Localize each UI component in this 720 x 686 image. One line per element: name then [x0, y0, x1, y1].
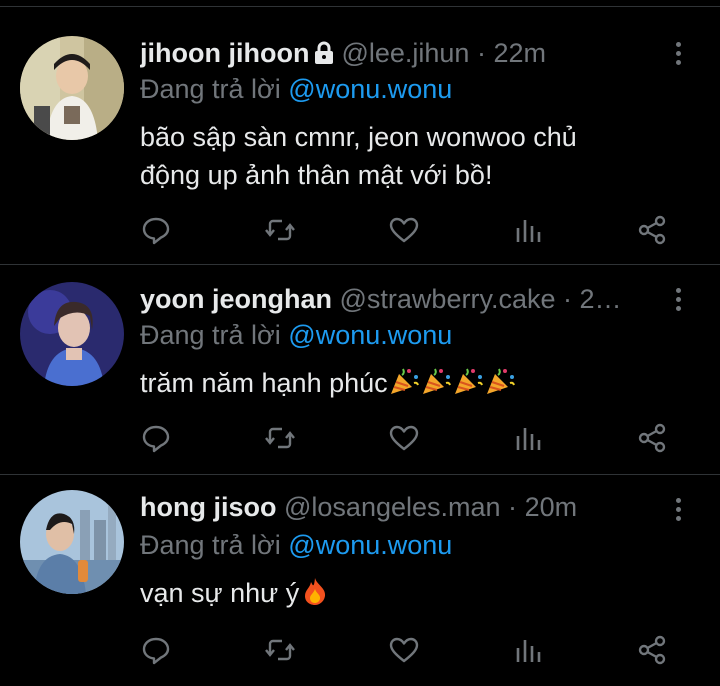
- share-icon[interactable]: [636, 634, 672, 670]
- share-icon[interactable]: [636, 214, 672, 250]
- avatar[interactable]: [20, 36, 124, 140]
- reply-prefix: Đang trả lời: [140, 320, 281, 350]
- tweet-text-line: động up ảnh thân mật với bồ!: [140, 160, 493, 190]
- separator: ·: [476, 38, 486, 68]
- display-name[interactable]: hong jisoo: [140, 492, 276, 522]
- share-icon[interactable]: [636, 422, 672, 458]
- tweet-header: jihoon jihoon @lee.jihun · 22m: [140, 36, 660, 73]
- analytics-icon[interactable]: [512, 214, 548, 250]
- tweet-divider: [0, 264, 720, 265]
- reply-mention[interactable]: @wonu.wonu: [288, 320, 452, 350]
- reply-prefix: Đang trả lời: [140, 74, 281, 104]
- tweet-text: trăm năm hạnh phúc: [140, 364, 680, 402]
- retweet-icon[interactable]: [264, 214, 300, 250]
- avatar[interactable]: [20, 282, 124, 386]
- party-popper-emoji: [420, 366, 452, 396]
- tweet-header: yoon jeonghan @strawberry.cake · 2…: [140, 282, 660, 316]
- action-bar: [140, 422, 680, 458]
- analytics-icon[interactable]: [512, 634, 548, 670]
- reply-context: Đang trả lời @wonu.wonu: [140, 528, 452, 562]
- tweet-text-line: trăm năm hạnh phúc: [140, 368, 388, 398]
- tweet-text-line: vạn sự như ý: [140, 578, 300, 608]
- separator: ·: [508, 492, 518, 522]
- like-icon[interactable]: [388, 214, 424, 250]
- more-options-icon[interactable]: [668, 282, 688, 316]
- more-options-icon[interactable]: [668, 36, 688, 70]
- handle[interactable]: @strawberry.cake: [340, 284, 556, 314]
- timestamp[interactable]: 2…: [580, 284, 622, 314]
- analytics-icon[interactable]: [512, 422, 548, 458]
- handle[interactable]: @losangeles.man: [284, 492, 501, 522]
- timestamp[interactable]: 22m: [493, 38, 546, 68]
- reply-icon[interactable]: [140, 214, 176, 250]
- handle[interactable]: @lee.jihun: [341, 38, 469, 68]
- like-icon[interactable]: [388, 634, 424, 670]
- timestamp[interactable]: 20m: [525, 492, 578, 522]
- reply-icon[interactable]: [140, 634, 176, 670]
- tweet-text: vạn sự như ý: [140, 574, 680, 612]
- party-popper-emoji: [484, 366, 516, 396]
- action-bar: [140, 214, 680, 250]
- reply-prefix: Đang trả lời: [140, 530, 281, 560]
- reply-context: Đang trả lời @wonu.wonu: [140, 318, 452, 352]
- retweet-icon[interactable]: [264, 422, 300, 458]
- display-name[interactable]: yoon jeonghan: [140, 284, 332, 314]
- display-name[interactable]: jihoon jihoon: [140, 38, 309, 68]
- lock-icon: [313, 39, 335, 73]
- tweet-divider: [0, 474, 720, 475]
- fire-emoji: [299, 576, 331, 606]
- avatar[interactable]: [20, 490, 124, 594]
- more-options-icon[interactable]: [668, 492, 688, 526]
- like-icon[interactable]: [388, 422, 424, 458]
- tweet-header: hong jisoo @losangeles.man · 20m: [140, 490, 660, 524]
- tweet-text: bão sập sàn cmnr, jeon wonwoo chủ động u…: [140, 118, 680, 194]
- reply-mention[interactable]: @wonu.wonu: [288, 530, 452, 560]
- top-divider: [0, 6, 720, 7]
- reply-icon[interactable]: [140, 422, 176, 458]
- separator: ·: [563, 284, 572, 314]
- retweet-icon[interactable]: [264, 634, 300, 670]
- party-popper-emoji: [388, 366, 420, 396]
- party-popper-emoji: [452, 366, 484, 396]
- tweet-text-line: bão sập sàn cmnr, jeon wonwoo chủ: [140, 122, 577, 152]
- action-bar: [140, 634, 680, 670]
- reply-context: Đang trả lời @wonu.wonu: [140, 72, 452, 106]
- reply-mention[interactable]: @wonu.wonu: [288, 74, 452, 104]
